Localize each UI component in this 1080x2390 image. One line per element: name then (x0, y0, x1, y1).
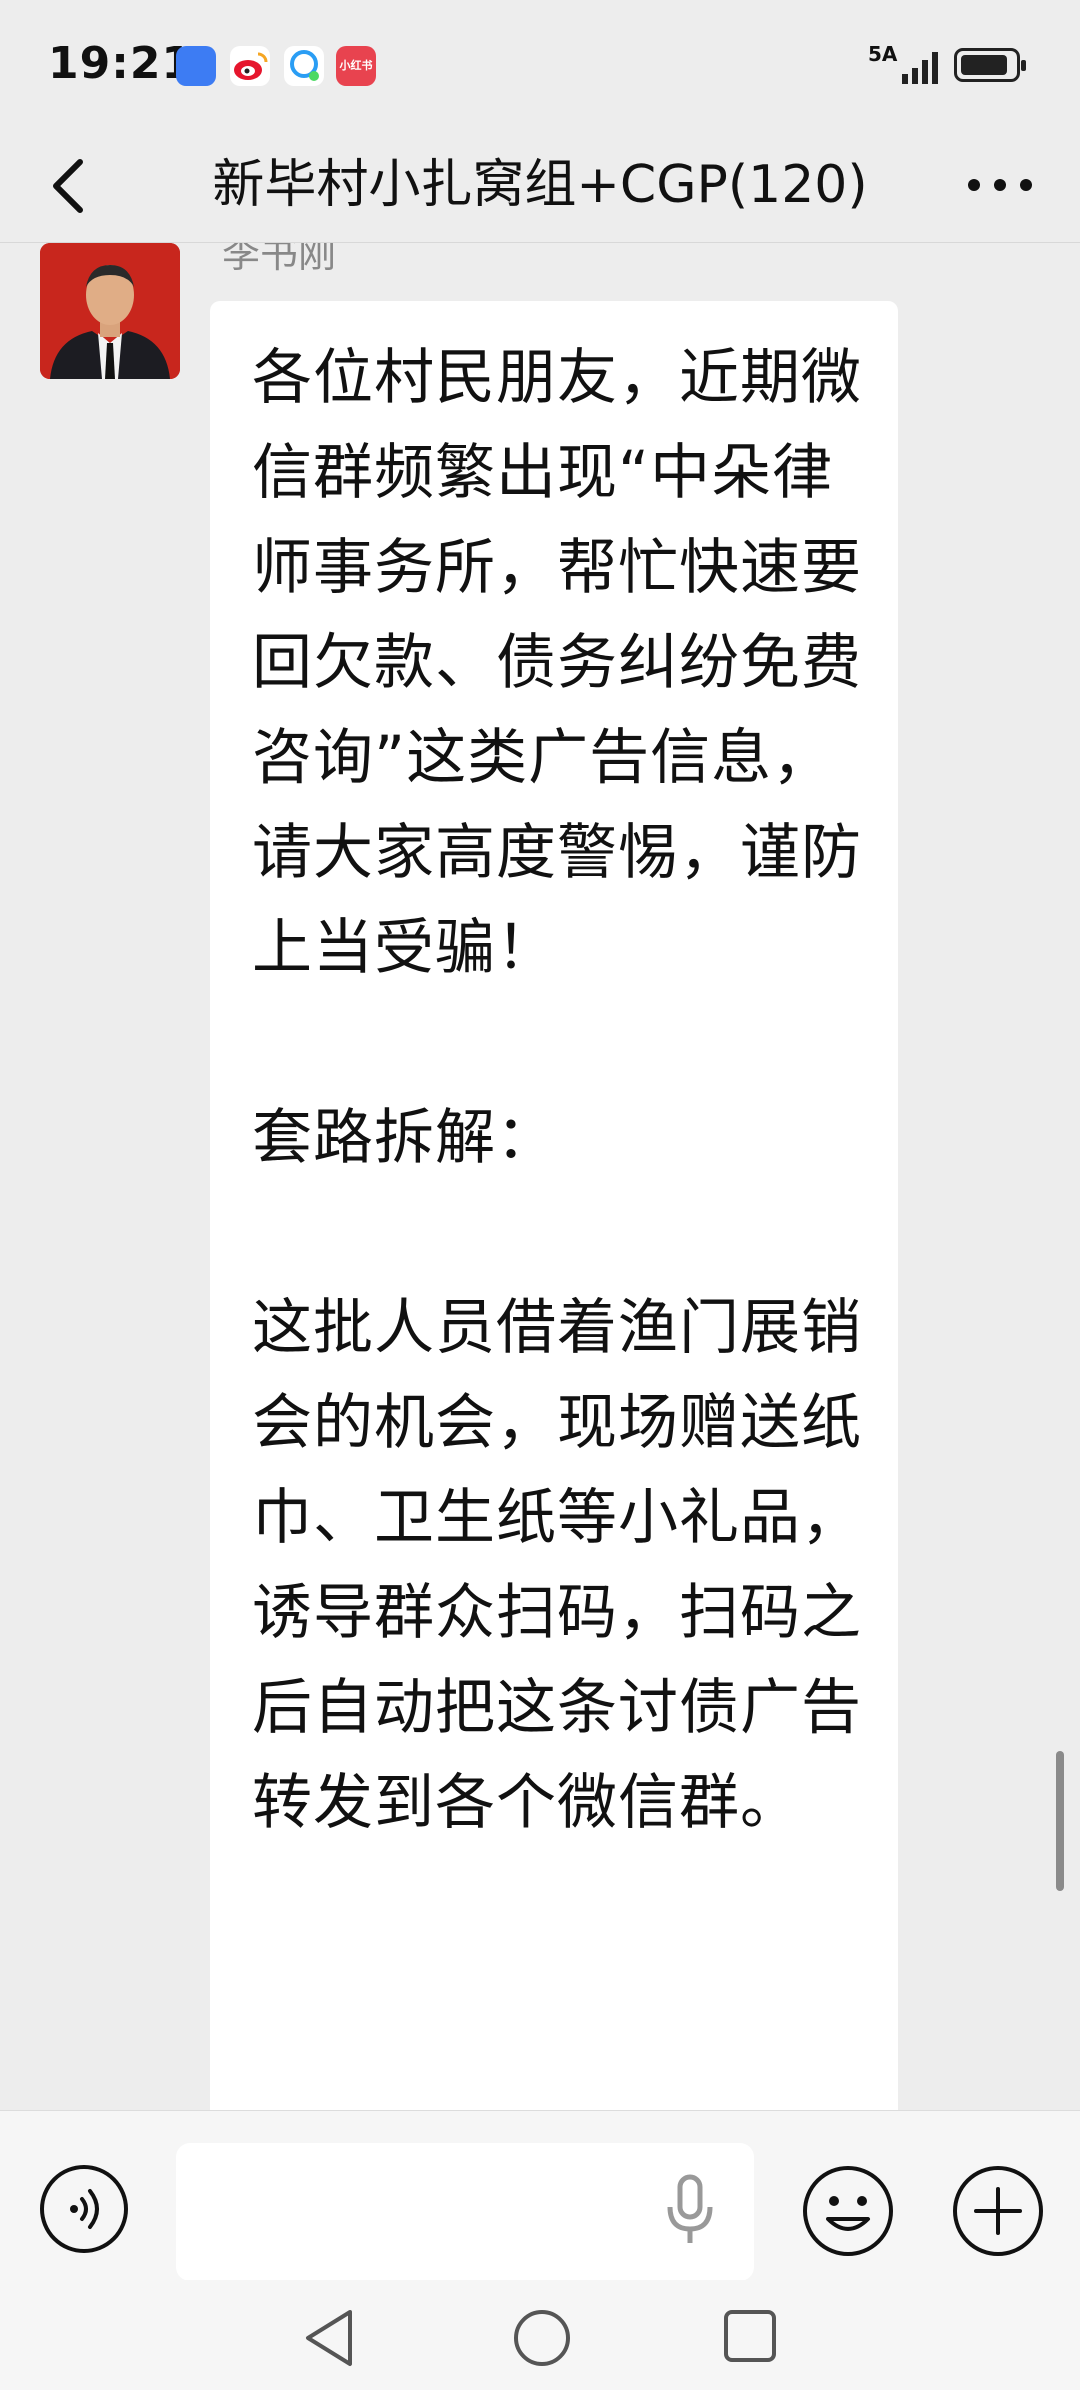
chat-header: 新毕村小扎窝组+CGP(120) (0, 130, 1080, 243)
status-time: 19:21 (48, 38, 194, 89)
message-text: 各位村民朋友，近期微信群频繁出现“中朵律师事务所，帮忙快速要回欠款、债务纠纷免费… (252, 343, 862, 1838)
system-home-icon[interactable] (510, 2306, 574, 2370)
xiaohongshu-icon: 小红书 (336, 46, 376, 86)
qq-icon (284, 46, 324, 86)
message-icon (176, 46, 216, 86)
sender-name: 李书刚 (222, 243, 337, 276)
voice-input-button[interactable] (38, 2163, 130, 2255)
weibo-icon (230, 46, 270, 86)
system-recent-apps-icon[interactable] (720, 2306, 780, 2366)
signal-icon (902, 52, 938, 84)
message-bubble[interactable]: 各位村民朋友，近期微信群频繁出现“中朵律师事务所，帮忙快速要回欠款、债务纠纷免费… (210, 301, 898, 2110)
network-type-label: 5A (868, 42, 898, 66)
more-options-icon[interactable] (960, 160, 1040, 210)
chat-message-list[interactable]: 李书刚 各位村民朋友，近期微信群频繁出现“中朵律师事务所，帮忙快速要回欠款、债务… (0, 243, 1080, 2110)
chat-title: 新毕村小扎窝组+CGP(120) (212, 155, 868, 215)
avatar[interactable] (40, 243, 180, 379)
system-back-icon[interactable] (300, 2306, 356, 2370)
microphone-icon[interactable] (660, 2171, 720, 2251)
battery-icon (954, 48, 1026, 82)
status-bar: 19:21 小红书 5A (0, 0, 1080, 130)
input-bar (0, 2110, 1080, 2281)
system-navigation-bar (0, 2280, 1080, 2390)
scrollbar[interactable] (1056, 1751, 1064, 1891)
emoji-button[interactable] (800, 2163, 896, 2259)
more-functions-button[interactable] (950, 2163, 1046, 2259)
